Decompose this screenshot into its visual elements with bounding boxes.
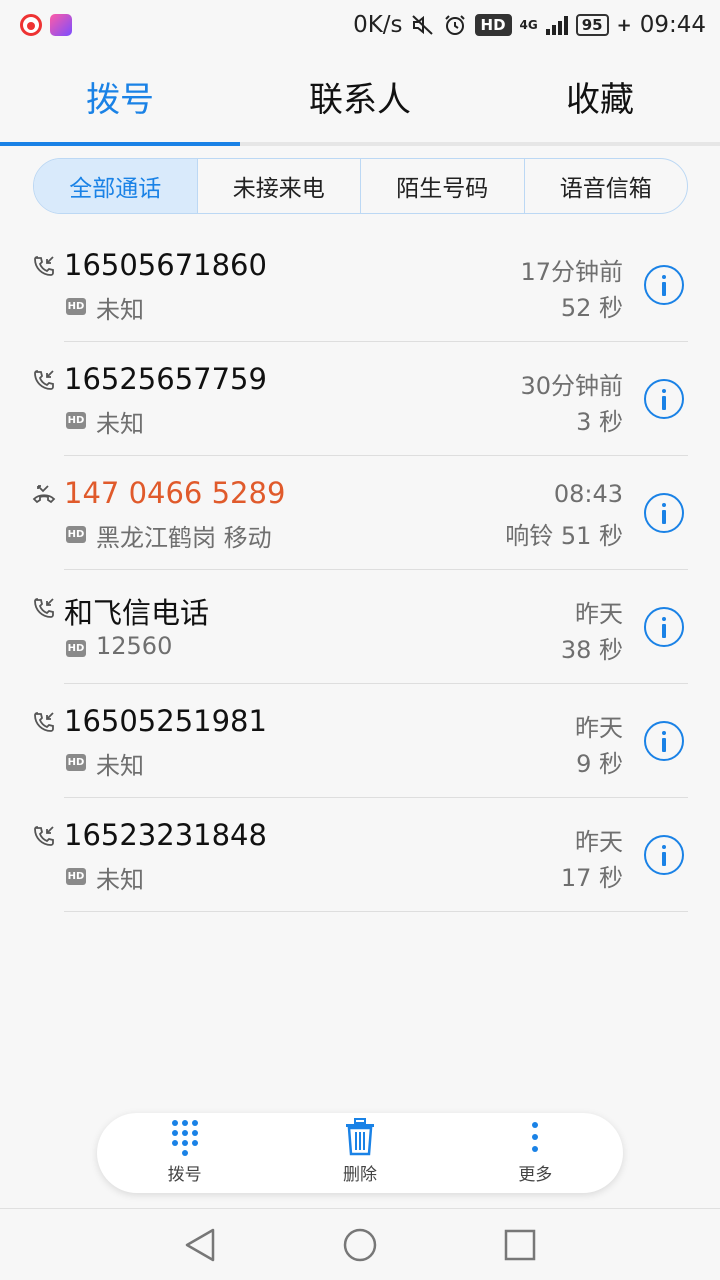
call-filter: 全部通话 未接来电 陌生号码 语音信箱	[33, 158, 688, 214]
status-bar: 0K/s HD 4G 95 + 09:44	[0, 0, 720, 50]
hd-voice-icon: HD	[474, 14, 512, 36]
mute-icon	[411, 15, 433, 35]
network-type: 4G	[519, 18, 538, 32]
caller-location: 黑龙江鹤岗 移动	[96, 524, 272, 552]
caller-name: 和飞信电话	[64, 596, 210, 630]
recents-button[interactable]	[500, 1225, 540, 1265]
filter-unknown-numbers[interactable]: 陌生号码	[361, 159, 525, 213]
missed-call-icon	[32, 485, 56, 504]
tab-dialer[interactable]: 拨号	[0, 50, 240, 146]
dialpad-button[interactable]: 拨号	[97, 1113, 272, 1193]
carrier-app-icon	[20, 14, 42, 36]
call-duration: 38 秒	[560, 636, 623, 664]
call-log-row[interactable]: 16505671860 HD 未知 17分钟前 52 秒	[0, 228, 720, 342]
filter-voicemail[interactable]: 语音信箱	[525, 159, 688, 213]
back-triangle-icon	[185, 1228, 215, 1261]
delete-button[interactable]: 删除	[272, 1113, 447, 1193]
system-nav-bar	[0, 1208, 720, 1280]
top-tabs: 拨号 联系人 收藏	[0, 50, 720, 146]
charging-icon: +	[616, 14, 632, 36]
action-bar: 拨号 删除 更多	[97, 1113, 623, 1193]
hd-call-icon: HD	[66, 526, 86, 543]
tab-contacts[interactable]: 联系人	[240, 50, 480, 142]
hd-call-icon: HD	[66, 640, 86, 657]
call-time: 昨天	[575, 828, 623, 856]
caller-name: 16505251981	[64, 704, 267, 738]
caller-name: 16505671860	[64, 248, 267, 282]
caller-name: 16523231848	[64, 818, 267, 852]
more-label: 更多	[518, 1165, 553, 1185]
call-info-button[interactable]	[644, 721, 684, 761]
call-time: 昨天	[575, 600, 623, 628]
call-info-button[interactable]	[644, 493, 684, 533]
call-time: 30分钟前	[520, 372, 623, 400]
hd-call-icon: HD	[66, 754, 86, 771]
clock: 09:44	[639, 12, 706, 38]
signal-icon	[545, 15, 568, 35]
call-duration: 响铃 51 秒	[505, 522, 623, 550]
call-duration: 52 秒	[560, 294, 623, 322]
dialpad-label: 拨号	[167, 1165, 202, 1185]
call-duration: 3 秒	[576, 408, 623, 436]
call-info-button[interactable]	[644, 607, 684, 647]
tab-favorites[interactable]: 收藏	[480, 50, 720, 142]
call-info-button[interactable]	[644, 379, 684, 419]
alarm-icon	[444, 15, 465, 35]
call-log-row[interactable]: 147 0466 5289 HD 黑龙江鹤岗 移动 08:43 响铃 51 秒	[0, 456, 720, 570]
incoming-call-icon	[34, 598, 54, 618]
network-speed: 0K/s	[353, 12, 403, 38]
home-button[interactable]	[340, 1225, 380, 1265]
more-button[interactable]: 更多	[448, 1113, 623, 1193]
dialpad-icon	[171, 1120, 198, 1156]
incoming-call-icon	[34, 826, 54, 846]
hd-call-icon: HD	[66, 298, 86, 315]
incoming-call-icon	[34, 370, 54, 390]
call-time: 08:43	[553, 480, 623, 508]
call-info-button[interactable]	[644, 835, 684, 875]
caller-location: 未知	[96, 752, 144, 780]
call-log-row[interactable]: 和飞信电话 HD 12560 昨天 38 秒	[0, 570, 720, 684]
caller-name: 147 0466 5289	[64, 476, 286, 510]
call-time: 17分钟前	[520, 258, 623, 286]
call-time: 昨天	[575, 714, 623, 742]
video-app-icon	[50, 14, 72, 36]
incoming-call-icon	[34, 256, 54, 276]
call-log-row[interactable]: 16525657759 HD 未知 30分钟前 3 秒	[0, 342, 720, 456]
caller-location: 未知	[96, 296, 144, 324]
filter-all-calls[interactable]: 全部通话	[34, 159, 198, 213]
home-circle-icon	[343, 1228, 377, 1261]
recents-square-icon	[504, 1229, 536, 1260]
call-duration: 9 秒	[576, 750, 623, 778]
incoming-call-icon	[34, 712, 54, 732]
caller-number: 12560	[96, 632, 173, 660]
back-button[interactable]	[180, 1225, 220, 1265]
caller-location: 未知	[96, 866, 144, 894]
hd-call-icon: HD	[66, 412, 86, 429]
caller-location: 未知	[96, 410, 144, 438]
call-duration: 17 秒	[560, 864, 623, 892]
filter-missed-calls[interactable]: 未接来电	[198, 159, 361, 213]
caller-name: 16525657759	[64, 362, 267, 396]
battery-icon: 95	[575, 14, 609, 36]
trash-icon	[345, 1118, 374, 1156]
call-log-list: 16505671860 HD 未知 17分钟前 52 秒 16525657759…	[0, 228, 720, 912]
delete-label: 删除	[342, 1165, 377, 1185]
call-log-row[interactable]: 16505251981 HD 未知 昨天 9 秒	[0, 684, 720, 798]
hd-call-icon: HD	[66, 868, 86, 885]
more-vertical-icon	[532, 1118, 539, 1156]
call-info-button[interactable]	[644, 265, 684, 305]
call-log-row[interactable]: 16523231848 HD 未知 昨天 17 秒	[0, 798, 720, 912]
